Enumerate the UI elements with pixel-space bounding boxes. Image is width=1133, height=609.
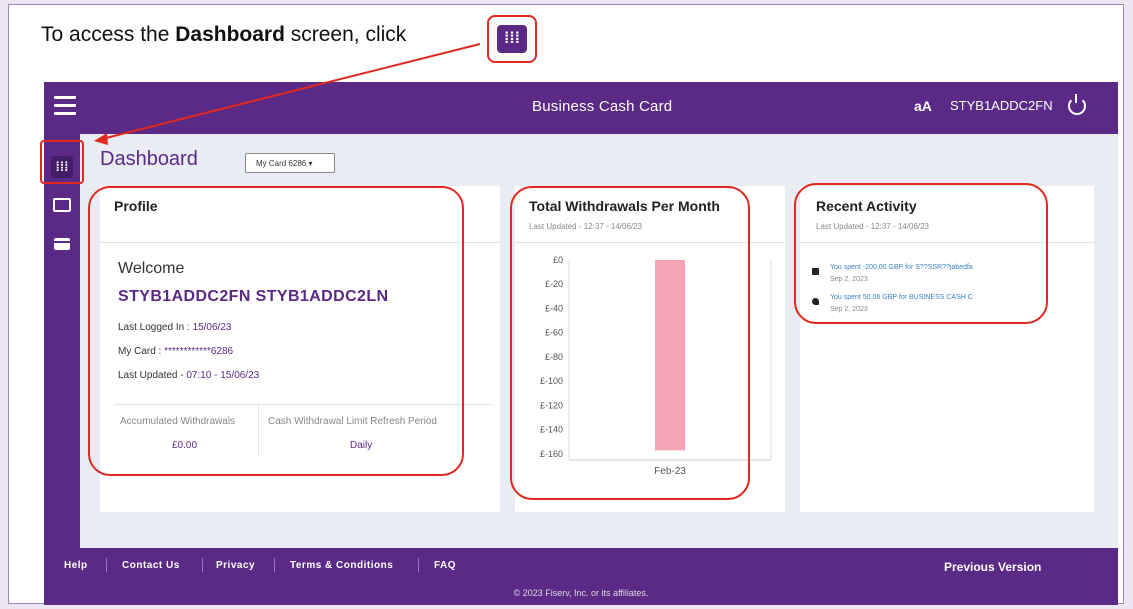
- arrow-line: [97, 43, 481, 141]
- arrow-head: [94, 133, 108, 145]
- annotation-arrow: [94, 43, 481, 145]
